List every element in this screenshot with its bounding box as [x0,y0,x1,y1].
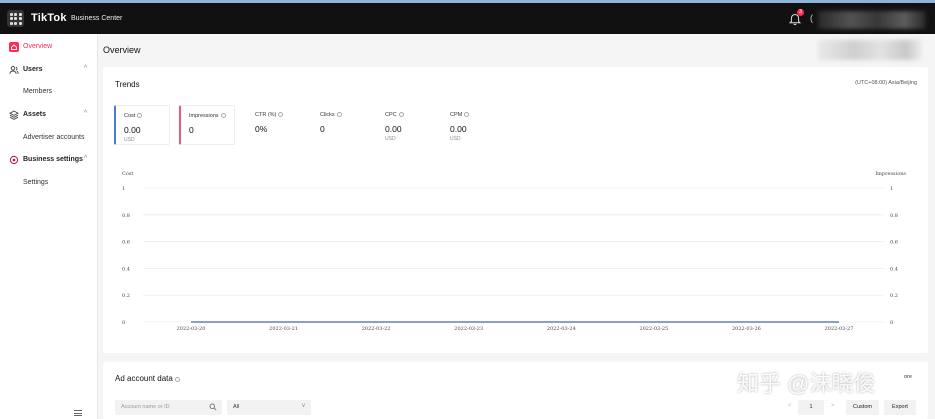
metric-label: Impressions [189,113,226,119]
sidebar: Overview Users ^ Members Assets ^ Advert… [0,34,98,419]
y-tick-right: 0.6 [890,240,898,246]
custom-columns-button[interactable]: Custom [846,400,879,415]
metric-value: 0% [255,124,268,134]
page-number[interactable]: 1 [798,400,824,415]
sidebar-item-business-settings[interactable]: Business settings ^ [0,152,98,168]
metric-label: CPC [385,112,404,118]
metric-impressions[interactable]: Impressions 0 [179,105,235,145]
trends-card: Trends (UTC+08:00) Asia/Beijing Cost 0.0… [103,67,928,353]
top-bar: TikTok Business Center 3 ( [0,0,935,34]
metric-cost[interactable]: Cost 0.00 USD [114,105,170,145]
status-filter-select[interactable]: All v [227,400,311,415]
metric-ctr[interactable]: CTR (%) 0% [247,105,303,145]
sidebar-item-overview[interactable]: Overview [0,39,98,55]
sidebar-item-label: Business settings [23,156,83,163]
trends-title: Trends [115,80,140,89]
info-icon [336,112,342,117]
brand-logo[interactable]: TikTok [31,12,67,24]
metric-label: CPM [450,112,470,118]
overview-icon [9,42,19,52]
x-tick-label: 2022-03-24 [547,326,576,332]
next-page-button[interactable]: > [831,403,835,409]
y-tick-left: 0 [122,320,125,326]
y-tick-left: 1 [122,186,125,192]
info-icon [137,113,143,118]
menu-collapse-icon[interactable] [74,410,82,416]
metric-clicks[interactable]: Clicks 0 [312,105,368,145]
metric-unit: USD [450,136,461,142]
users-icon [9,66,19,74]
chevron-up-icon[interactable]: ^ [84,110,87,117]
prev-page-button[interactable]: < [788,403,792,409]
y-tick-left: 0.4 [122,266,130,272]
account-menu-redacted[interactable] [818,11,926,29]
y-tick-left: 0.2 [122,293,130,299]
y-tick-right: 0.2 [890,293,898,299]
x-tick-label: 2022-03-20 [177,326,206,332]
sidebar-item-users[interactable]: Users ^ [0,62,98,78]
page-title: Overview [103,45,141,55]
info-icon [398,112,404,117]
notification-badge: 3 [797,9,804,16]
y-axis-title-right: Impressions [875,171,906,177]
y-tick-right: 0.8 [890,213,898,219]
metric-label: CTR (%) [255,112,284,118]
trend-chart: Cost Impressions 0 0 0.2 0.2 0.4 0.4 0.6 0.6 0.8… [122,171,906,332]
search-icon[interactable] [209,403,217,411]
metric-value: 0 [189,125,194,135]
search-input[interactable]: Account name or ID [115,400,222,415]
metric-value: 0 [320,124,325,134]
assets-icon [9,110,19,120]
metric-value: 0.00 [450,124,467,134]
metric-cpm[interactable]: CPM 0.00 USD [442,105,498,145]
sidebar-item-members[interactable]: Members [23,88,52,95]
sidebar-item-settings[interactable]: Settings [23,179,48,186]
x-tick-label: 2022-03-21 [269,326,298,332]
sidebar-item-assets[interactable]: Assets ^ [0,107,98,123]
sidebar-item-label: Overview [23,43,53,50]
metric-unit: USD [385,136,396,142]
export-button[interactable]: Export [884,400,916,415]
metric-value: 0.00 [385,124,402,134]
y-tick-right: 0 [890,320,893,326]
metric-value: 0.00 [124,125,141,135]
timezone-label: (UTC+08:00) Asia/Beijing [855,80,917,86]
sidebar-item-advertiser-accounts[interactable]: Advertiser accounts [23,134,84,141]
more-link[interactable]: ore [904,374,912,380]
chevron-up-icon[interactable]: ^ [84,155,87,162]
x-tick-label: 2022-03-23 [454,326,483,332]
metric-unit: USD [124,137,135,143]
settings-icon [9,155,19,165]
watermark: 知乎 @沫晓俊 [737,371,876,396]
x-tick-label: 2022-03-25 [639,326,668,332]
sidebar-item-label: Assets [23,111,46,118]
account-caret[interactable]: ( [810,13,813,23]
sidebar-item-label: Users [23,66,43,73]
y-tick-left: 0.8 [122,213,130,219]
chevron-down-icon: v [302,403,305,409]
app-grid-icon[interactable] [7,10,24,27]
y-tick-right: 0.4 [890,266,898,272]
x-tick-label: 2022-03-26 [732,326,761,332]
chevron-up-icon[interactable]: ^ [84,65,87,72]
info-icon [278,112,284,117]
x-tick-label: 2022-03-22 [362,326,391,332]
y-tick-left: 0.6 [122,240,130,246]
info-icon [220,113,226,118]
ad-account-title: Ad account data [115,374,180,383]
y-axis-title-left: Cost [122,171,133,177]
y-tick-right: 1 [890,186,893,192]
info-icon [464,112,470,117]
x-tick-label: 2022-03-27 [825,326,854,332]
product-name: Business Center [71,15,123,22]
metric-label: Clicks [320,112,342,118]
metric-label: Cost [124,113,143,119]
metric-cpc[interactable]: CPC 0.00 USD [377,105,433,145]
info-icon [174,377,180,382]
redacted-area [818,40,922,60]
